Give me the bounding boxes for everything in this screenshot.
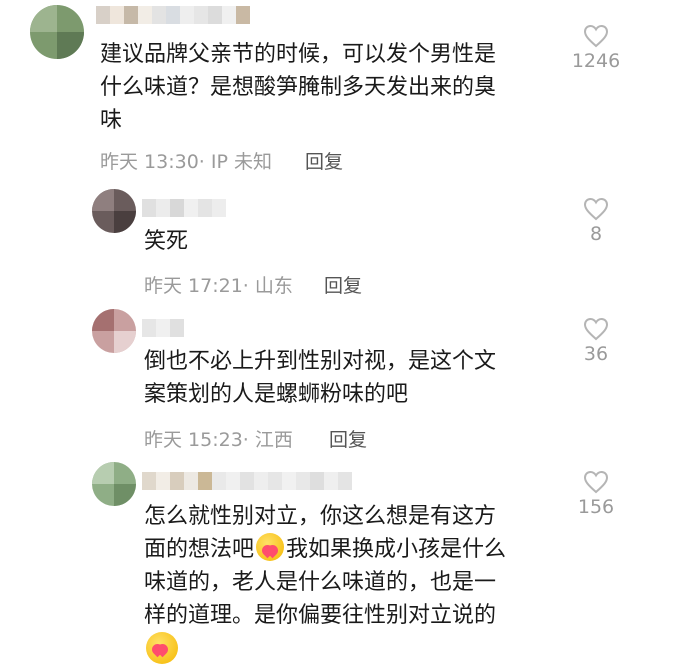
- timestamp: 昨天 17:21: [144, 275, 243, 297]
- like-count: 1246: [571, 50, 621, 72]
- avatar[interactable]: [92, 462, 136, 506]
- username-blurred[interactable]: [142, 317, 184, 339]
- comment-meta: 昨天 17:21· 山东 回复: [144, 271, 444, 298]
- like-button[interactable]: 156: [566, 470, 626, 518]
- heart-outline-icon: [583, 197, 609, 221]
- heart-outline-icon: [583, 470, 609, 494]
- avatar[interactable]: [92, 309, 136, 353]
- like-button[interactable]: 36: [566, 317, 626, 365]
- comment-text: 怎么就性别对立，你这么想是有这方 面的想法吧 我如果换成小孩是什么 味道的，老人是…: [144, 500, 574, 669]
- like-count: 36: [583, 343, 609, 365]
- avatar[interactable]: [30, 5, 84, 59]
- timestamp: 昨天 15:23: [144, 429, 243, 451]
- heart-outline-icon: [583, 24, 609, 48]
- reply-button[interactable]: 回复: [324, 271, 362, 298]
- comment-4: 怎么就性别对立，你这么想是有这方 面的想法吧 我如果换成小孩是什么 味道的，老人是…: [0, 458, 687, 670]
- comment-text: 笑死: [144, 229, 189, 254]
- username-blurred[interactable]: [96, 4, 250, 26]
- like-button[interactable]: 1246: [566, 24, 626, 72]
- heart-face-emoji: [256, 533, 285, 561]
- comment-meta: 昨天 15:23· 江西 回复: [144, 425, 444, 452]
- username-blurred[interactable]: [142, 197, 226, 219]
- location: · IP 未知: [198, 151, 272, 173]
- like-count: 156: [577, 496, 615, 518]
- reply-button[interactable]: 回复: [305, 147, 343, 174]
- like-button[interactable]: 8: [566, 197, 626, 245]
- location: · 江西: [242, 429, 293, 451]
- heart-face-emoji: [146, 632, 178, 664]
- avatar[interactable]: [92, 189, 136, 233]
- reply-button[interactable]: 回复: [329, 425, 367, 452]
- comment-2: 笑死 昨天 17:21· 山东 回复 8: [0, 185, 687, 305]
- comment-1: 建议品牌父亲节的时候，可以发个男性是 什么味道？是想酸笋腌制多天发出来的臭 味 …: [0, 0, 687, 180]
- comment-meta: 昨天 13:30· IP 未知 回复: [100, 147, 400, 174]
- heart-outline-icon: [583, 317, 609, 341]
- comment-3: 倒也不必上升到性别对视，是这个文 案策划的人是螺蛳粉味的吧 昨天 15:23· …: [0, 305, 687, 455]
- comment-text: 建议品牌父亲节的时候，可以发个男性是 什么味道？是想酸笋腌制多天发出来的臭 味: [100, 42, 497, 133]
- location: · 山东: [242, 275, 293, 297]
- username-blurred[interactable]: [142, 470, 352, 492]
- like-count: 8: [589, 223, 603, 245]
- timestamp: 昨天 13:30: [100, 151, 199, 173]
- comment-text: 倒也不必上升到性别对视，是这个文 案策划的人是螺蛳粉味的吧: [144, 349, 497, 407]
